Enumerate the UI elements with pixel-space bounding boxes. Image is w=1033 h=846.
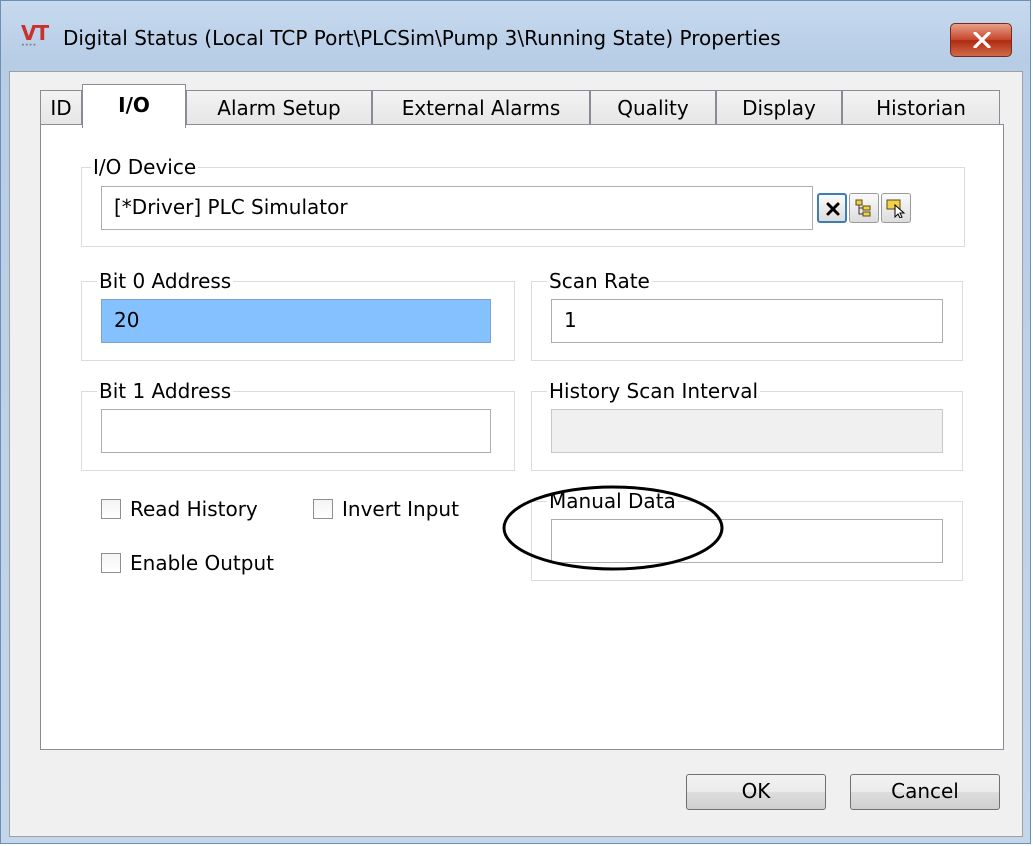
- invert-input-checkbox[interactable]: Invert Input: [313, 497, 459, 521]
- bit0-address-field[interactable]: 20: [101, 299, 491, 343]
- enable-output-checkbox[interactable]: Enable Output: [101, 551, 274, 575]
- browse-tree-button[interactable]: [849, 193, 879, 223]
- read-history-box[interactable]: [101, 499, 121, 519]
- select-pointer-icon: [886, 199, 906, 218]
- read-history-label: Read History: [130, 497, 258, 521]
- enable-output-box[interactable]: [101, 553, 121, 573]
- close-icon: [973, 32, 991, 48]
- bit1-address-label: Bit 1 Address: [97, 379, 234, 403]
- io-tab-panel: I/O Device [*Driver] PLC Simulator Bit 0…: [40, 124, 1004, 750]
- scan-rate-field[interactable]: 1: [551, 299, 943, 343]
- tab-strip: ID I/O Alarm Setup External Alarms Quali…: [40, 84, 1004, 128]
- tab-id[interactable]: ID: [40, 90, 82, 126]
- read-history-checkbox[interactable]: Read History: [101, 497, 258, 521]
- history-scan-interval-field: [551, 409, 943, 453]
- clear-device-button[interactable]: [817, 193, 847, 223]
- bit0-address-label: Bit 0 Address: [97, 269, 234, 293]
- io-device-label: I/O Device: [91, 155, 199, 179]
- title-bar[interactable]: VT •••• Digital Status (Local TCP Port\P…: [1, 1, 1030, 71]
- tab-historian[interactable]: Historian: [842, 90, 1000, 126]
- tab-io[interactable]: I/O: [82, 84, 186, 128]
- tab-alarm-setup[interactable]: Alarm Setup: [186, 90, 372, 126]
- enable-output-label: Enable Output: [130, 551, 274, 575]
- cancel-button[interactable]: Cancel: [850, 774, 1000, 810]
- window-title: Digital Status (Local TCP Port\PLCSim\Pu…: [63, 26, 781, 50]
- history-scan-interval-label: History Scan Interval: [547, 379, 761, 403]
- tab-display[interactable]: Display: [716, 90, 842, 126]
- app-logo-icon: VT ••••: [21, 21, 49, 49]
- annotation-ellipse: [502, 485, 724, 571]
- invert-input-label: Invert Input: [342, 497, 459, 521]
- tab-external-alarms[interactable]: External Alarms: [372, 90, 590, 126]
- properties-dialog: VT •••• Digital Status (Local TCP Port\P…: [0, 0, 1031, 844]
- tree-browse-icon: [855, 199, 871, 217]
- bit1-address-field[interactable]: [101, 409, 491, 453]
- ok-button[interactable]: OK: [686, 774, 826, 810]
- clear-icon: [826, 202, 840, 216]
- close-button[interactable]: [950, 23, 1012, 57]
- invert-input-box[interactable]: [313, 499, 333, 519]
- tab-quality[interactable]: Quality: [590, 90, 716, 126]
- dialog-client-area: ID I/O Alarm Setup External Alarms Quali…: [9, 71, 1023, 837]
- select-device-button[interactable]: [881, 193, 911, 223]
- scan-rate-label: Scan Rate: [547, 269, 652, 293]
- io-device-field[interactable]: [*Driver] PLC Simulator: [101, 186, 813, 230]
